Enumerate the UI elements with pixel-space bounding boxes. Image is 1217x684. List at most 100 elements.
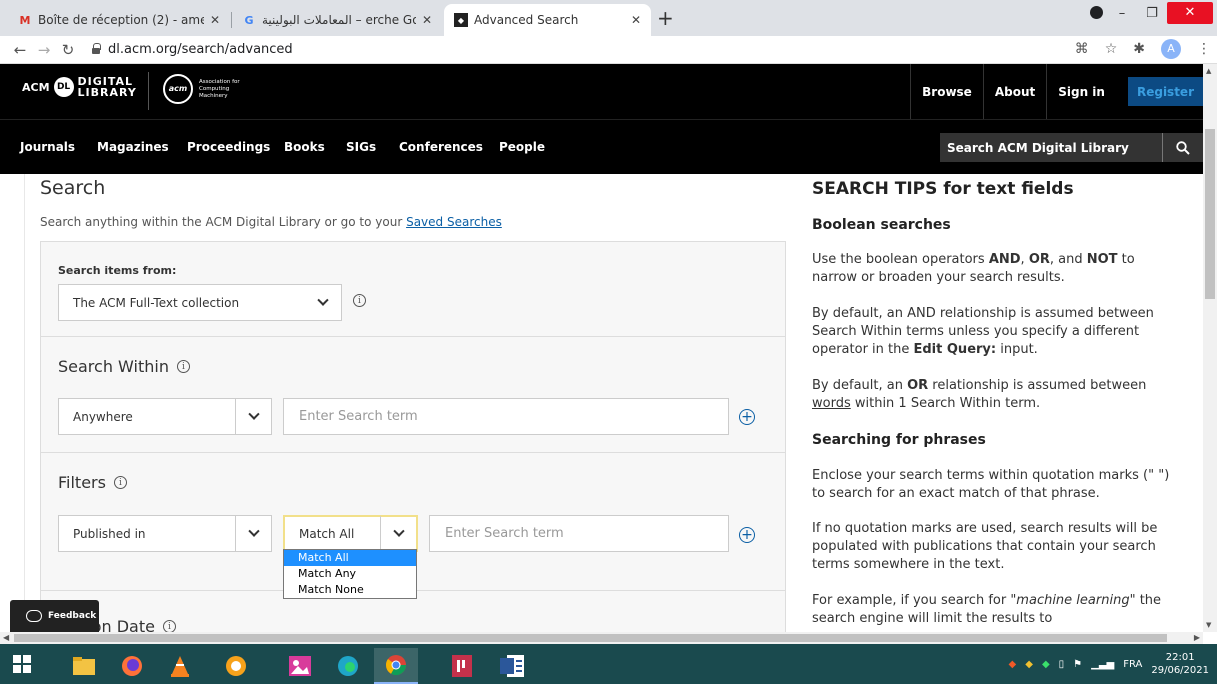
boolean-paragraph-1: Use the boolean operators AND, OR, and N… bbox=[812, 252, 1135, 285]
new-tab-button[interactable]: + bbox=[657, 6, 674, 30]
info-icon[interactable]: i bbox=[162, 620, 176, 632]
antivirus-icon[interactable]: ◆ bbox=[1009, 659, 1017, 670]
boolean-paragraph-2: By default, an AND relationship is assum… bbox=[812, 306, 1154, 357]
file-explorer-icon[interactable] bbox=[62, 648, 106, 684]
chevron-down-icon bbox=[235, 399, 271, 434]
bookmark-star-icon[interactable]: ☆ bbox=[1105, 41, 1118, 57]
nav-proceedings[interactable]: Proceedings bbox=[187, 140, 270, 154]
forward-icon[interactable]: → bbox=[32, 41, 56, 59]
feedback-button[interactable]: Feedback bbox=[10, 600, 99, 632]
site-search-box[interactable]: Search ACM Digital Library bbox=[940, 133, 1203, 162]
vertical-scrollbar[interactable]: ▲ ▼ bbox=[1203, 64, 1217, 632]
minimize-icon[interactable]: – bbox=[1107, 6, 1137, 21]
photos-icon[interactable] bbox=[278, 648, 322, 684]
browser-profile-indicator[interactable] bbox=[1090, 6, 1103, 19]
word-icon[interactable] bbox=[490, 648, 534, 684]
match-option[interactable]: Match Any bbox=[284, 566, 416, 582]
horizontal-scroll-thumb[interactable] bbox=[14, 634, 1167, 642]
acm-association-logo[interactable]: acm Association for Computing Machinery bbox=[163, 74, 259, 104]
search-tips-panel: SEARCH TIPS for text fields Boolean sear… bbox=[812, 174, 1192, 632]
signal-icon[interactable]: ▁▃▅ bbox=[1091, 659, 1114, 670]
info-icon[interactable]: i bbox=[353, 294, 366, 307]
match-option[interactable]: Match All bbox=[284, 550, 416, 566]
top-nav: Browse About Sign in Register bbox=[910, 64, 1203, 119]
translate-icon[interactable]: ⌘ bbox=[1075, 41, 1089, 57]
nav-people[interactable]: People bbox=[499, 140, 545, 154]
nav-books[interactable]: Books bbox=[284, 140, 325, 154]
vlc-icon[interactable] bbox=[158, 648, 202, 684]
windows-taskbar: ◆ ◆ ◆ ▯ ⚑ ▁▃▅ FRA 22:01 29/06/2021 bbox=[0, 644, 1217, 684]
search-within-term-input[interactable]: Enter Search term bbox=[283, 398, 729, 435]
nav-conferences[interactable]: Conferences bbox=[399, 140, 483, 154]
firefox-icon[interactable] bbox=[110, 648, 154, 684]
scroll-right-icon[interactable]: ▶ bbox=[1194, 633, 1200, 642]
pdf-reader-icon[interactable] bbox=[440, 648, 484, 684]
about-link[interactable]: About bbox=[982, 64, 1046, 119]
acm-favicon: ◆ bbox=[454, 13, 468, 27]
search-items-label: Search items from: bbox=[58, 264, 177, 277]
address-bar: ← → ↻ dl.acm.org/search/advanced ⌘ ☆ ✱ A… bbox=[0, 36, 1217, 64]
extensions-icon[interactable]: ✱ bbox=[1133, 41, 1145, 57]
chrome-icon[interactable] bbox=[374, 648, 418, 684]
nav-sigs[interactable]: SIGs bbox=[346, 140, 376, 154]
scroll-up-icon[interactable]: ▲ bbox=[1206, 67, 1211, 75]
tab-google[interactable]: G المعاملات البولينية – erche Google ✕ bbox=[232, 4, 442, 36]
lock-icon bbox=[92, 43, 101, 54]
search-within-section: Search Within i Anywhere Enter Search te… bbox=[41, 337, 785, 453]
chat-bubble-icon bbox=[26, 610, 42, 622]
browser-menu-icon[interactable]: ⋮ bbox=[1197, 41, 1211, 57]
add-search-within-button[interactable]: + bbox=[739, 409, 755, 425]
network-status-icon[interactable]: ◆ bbox=[1042, 659, 1050, 670]
language-indicator[interactable]: FRA bbox=[1123, 659, 1142, 670]
page-subtitle: Search anything within the ACM Digital L… bbox=[40, 215, 502, 229]
tray-app-icon[interactable]: ◆ bbox=[1025, 659, 1033, 670]
maximize-icon[interactable]: ❐ bbox=[1137, 6, 1167, 21]
phrases-paragraph-3: For example, if you search for "machine … bbox=[812, 593, 1162, 626]
profile-avatar[interactable]: A bbox=[1161, 39, 1181, 59]
site-search-input[interactable]: Search ACM Digital Library bbox=[940, 141, 1162, 155]
system-tray: ◆ ◆ ◆ ▯ ⚑ ▁▃▅ FRA 22:01 29/06/2021 bbox=[1009, 644, 1209, 684]
info-icon[interactable]: i bbox=[113, 476, 127, 489]
match-option[interactable]: Match None bbox=[284, 582, 416, 598]
vertical-scroll-thumb[interactable] bbox=[1205, 129, 1215, 299]
scroll-left-icon[interactable]: ◀ bbox=[3, 633, 9, 642]
clock[interactable]: 22:01 29/06/2021 bbox=[1151, 651, 1209, 677]
nav-magazines[interactable]: Magazines bbox=[97, 140, 169, 154]
settings-app-icon[interactable] bbox=[214, 648, 258, 684]
info-icon[interactable]: i bbox=[176, 360, 190, 373]
close-window-icon[interactable]: ✕ bbox=[1167, 2, 1213, 24]
tab-close-icon[interactable]: ✕ bbox=[210, 13, 220, 27]
saved-searches-link[interactable]: Saved Searches bbox=[406, 215, 502, 229]
scroll-down-icon[interactable]: ▼ bbox=[1206, 621, 1211, 629]
back-icon[interactable]: ← bbox=[8, 41, 32, 59]
main-nav: Journals Magazines Proceedings Books SIG… bbox=[0, 119, 1203, 174]
add-filter-button[interactable]: + bbox=[739, 527, 755, 543]
tab-gmail[interactable]: M Boîte de réception (2) - amelbou ✕ bbox=[8, 4, 230, 36]
filter-term-input[interactable]: Enter Search term bbox=[429, 515, 729, 552]
tab-close-icon[interactable]: ✕ bbox=[631, 13, 641, 27]
reload-icon[interactable]: ↻ bbox=[56, 41, 80, 59]
edge-icon[interactable] bbox=[326, 648, 370, 684]
battery-icon[interactable]: ▯ bbox=[1059, 659, 1065, 670]
filters-heading: Filters i bbox=[58, 473, 127, 492]
collection-select[interactable]: The ACM Full-Text collection bbox=[58, 284, 342, 321]
tab-close-icon[interactable]: ✕ bbox=[422, 13, 432, 27]
address-bar-actions: ⌘ ☆ ✱ A ⋮ bbox=[1075, 39, 1211, 59]
horizontal-scrollbar[interactable]: ◀ ▶ bbox=[0, 632, 1203, 644]
acm-dl-logo[interactable]: ACM DL DIGITAL LIBRARY bbox=[22, 76, 137, 98]
page-title: Search bbox=[40, 177, 106, 199]
flag-icon[interactable]: ⚑ bbox=[1073, 659, 1082, 670]
tab-advanced-search[interactable]: ◆ Advanced Search ✕ bbox=[444, 4, 651, 36]
search-within-field-select[interactable]: Anywhere bbox=[58, 398, 272, 435]
match-select[interactable]: Match All bbox=[283, 515, 418, 552]
search-icon[interactable] bbox=[1162, 133, 1203, 162]
search-items-section: Search items from: The ACM Full-Text col… bbox=[41, 242, 785, 337]
nav-journals[interactable]: Journals bbox=[20, 140, 75, 154]
url-field[interactable]: dl.acm.org/search/advanced bbox=[108, 42, 293, 57]
sign-in-link[interactable]: Sign in bbox=[1046, 64, 1116, 119]
register-button[interactable]: Register bbox=[1127, 77, 1203, 106]
chevron-down-icon bbox=[235, 516, 271, 551]
windows-start-icon[interactable] bbox=[0, 646, 44, 682]
filter-field-select[interactable]: Published in bbox=[58, 515, 272, 552]
browse-link[interactable]: Browse bbox=[910, 64, 983, 119]
